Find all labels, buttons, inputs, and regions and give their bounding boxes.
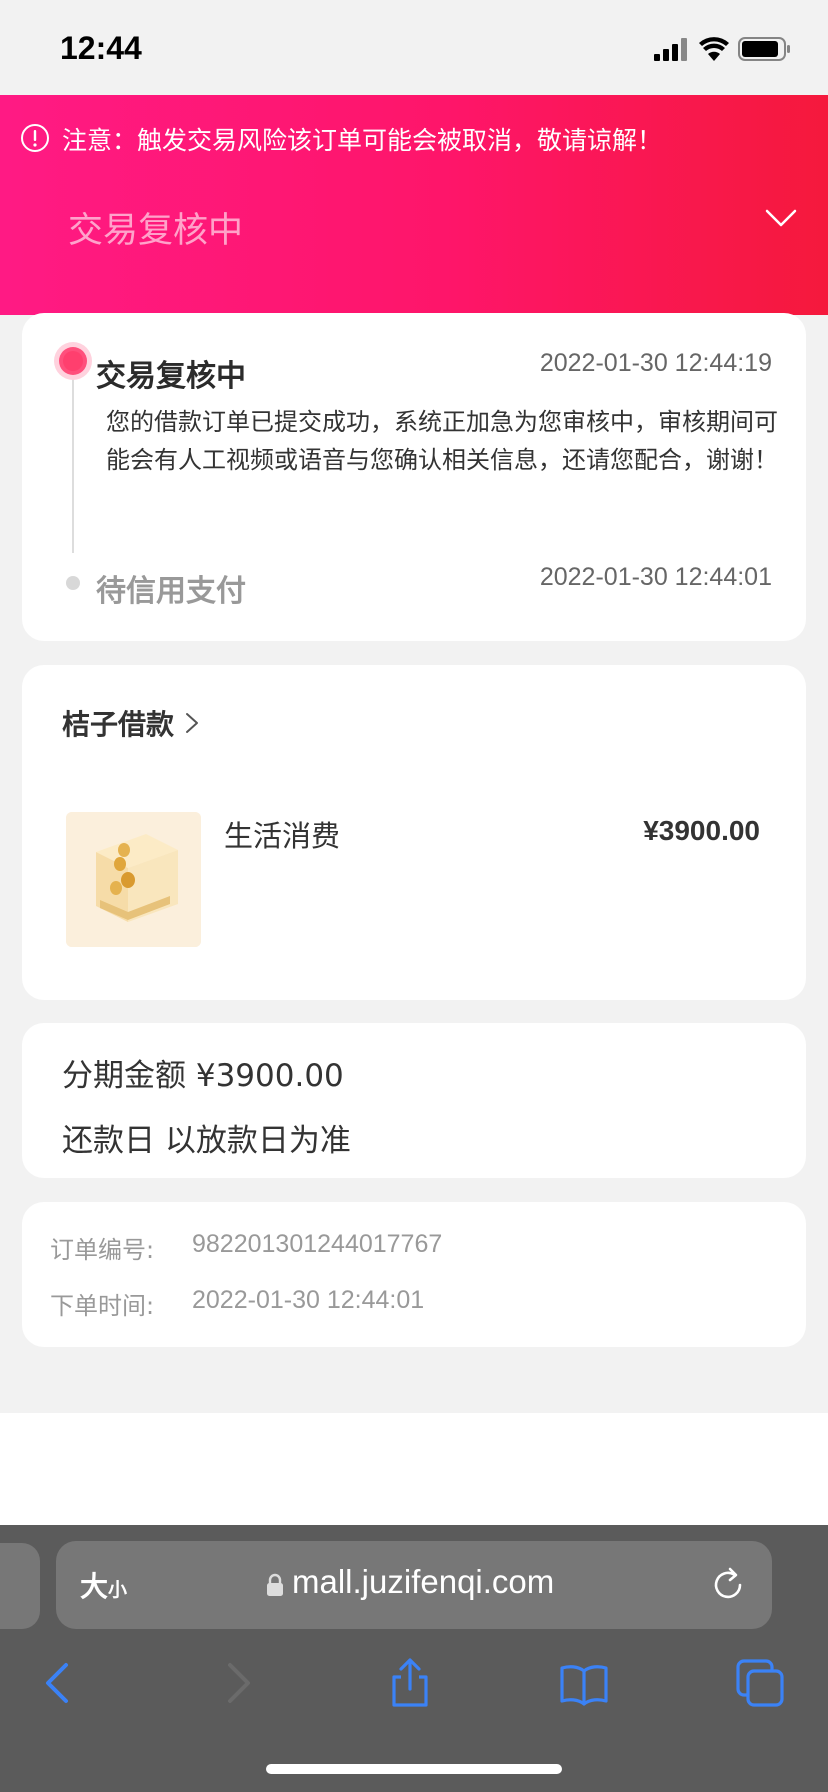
coin-box-illustration <box>66 812 201 947</box>
wifi-icon <box>699 37 729 61</box>
text-size-large: 大 <box>80 1570 109 1603</box>
forward-icon[interactable] <box>210 1657 262 1709</box>
order-info-card: 订单编号: 982201301244017767 下单时间: 2022-01-3… <box>22 1202 806 1347</box>
address-bar[interactable]: 大小 mall.juzifenqi.com <box>56 1541 772 1629</box>
signal-icon <box>654 38 687 61</box>
battery-icon <box>738 37 790 61</box>
lock-icon <box>267 1573 283 1596</box>
home-indicator <box>266 1764 562 1774</box>
order-number-value: 982201301244017767 <box>192 1230 443 1258</box>
product-card: 桔子借款 生活消费 ¥3900.00 <box>22 665 806 1000</box>
status-time: 12:44 <box>60 30 142 66</box>
url-text: mall.juzifenqi.com <box>292 1563 555 1600</box>
exclamation-circle-icon <box>21 124 49 152</box>
tabs-icon[interactable] <box>734 1657 786 1709</box>
store-link[interactable]: 桔子借款 <box>62 703 200 743</box>
order-status-header: 注意：触发交易风险该订单可能会被取消，敬请谅解！ 交易复核中 <box>0 95 828 315</box>
risk-notice: 注意：触发交易风险该订单可能会被取消，敬请谅解！ <box>62 126 663 155</box>
store-name: 桔子借款 <box>62 708 175 741</box>
product-name: 生活消费 <box>224 819 341 853</box>
timeline-dot-active <box>59 347 87 375</box>
order-time-label: 下单时间: <box>50 1292 155 1320</box>
text-size-button[interactable]: 大小 <box>80 1565 127 1605</box>
timeline-step-title: 交易复核中 <box>96 359 246 394</box>
status-bar: 12:44 <box>0 0 828 95</box>
reload-icon[interactable] <box>710 1565 748 1605</box>
timeline-card: 交易复核中 2022-01-30 12:44:19 您的借款订单已提交成功，系统… <box>22 313 806 641</box>
share-icon[interactable] <box>384 1657 436 1709</box>
text-size-small: 小 <box>108 1579 128 1601</box>
order-time-value: 2022-01-30 12:44:01 <box>192 1286 425 1314</box>
header-status-title: 交易复核中 <box>68 211 244 251</box>
timeline-line <box>72 358 74 553</box>
order-number-row: 订单编号: 982201301244017767 <box>50 1230 442 1265</box>
chevron-down-icon[interactable] <box>764 207 798 229</box>
page-bottom-area <box>0 1413 828 1525</box>
repayment-day: 还款日 以放款日为准 <box>62 1123 351 1159</box>
order-time-row: 下单时间: 2022-01-30 12:44:01 <box>50 1286 424 1321</box>
installment-card: 分期金额 ¥3900.00 还款日 以放款日为准 <box>22 1023 806 1178</box>
timeline-dot-past <box>66 576 80 590</box>
chevron-right-icon <box>186 713 199 733</box>
installment-amount: 分期金额 ¥3900.00 <box>62 1058 344 1094</box>
timeline-step-title: 待信用支付 <box>96 574 246 609</box>
order-number-label: 订单编号: <box>50 1236 155 1264</box>
product-price: ¥3900.00 <box>643 815 760 846</box>
timeline-step-time: 2022-01-30 12:44:01 <box>539 563 772 591</box>
previous-tab-preview[interactable] <box>0 1543 40 1629</box>
product-image[interactable] <box>66 812 201 947</box>
browser-toolbar: 大小 mall.juzifenqi.com <box>0 1525 828 1792</box>
timeline-step-time: 2022-01-30 12:44:19 <box>539 349 772 377</box>
bookmarks-icon[interactable] <box>558 1657 610 1709</box>
back-icon[interactable] <box>34 1657 86 1709</box>
status-icons <box>654 37 790 61</box>
timeline-step-description: 您的借款订单已提交成功，系统正加急为您审核中，审核期间可能会有人工视频或语音与您… <box>106 408 778 474</box>
